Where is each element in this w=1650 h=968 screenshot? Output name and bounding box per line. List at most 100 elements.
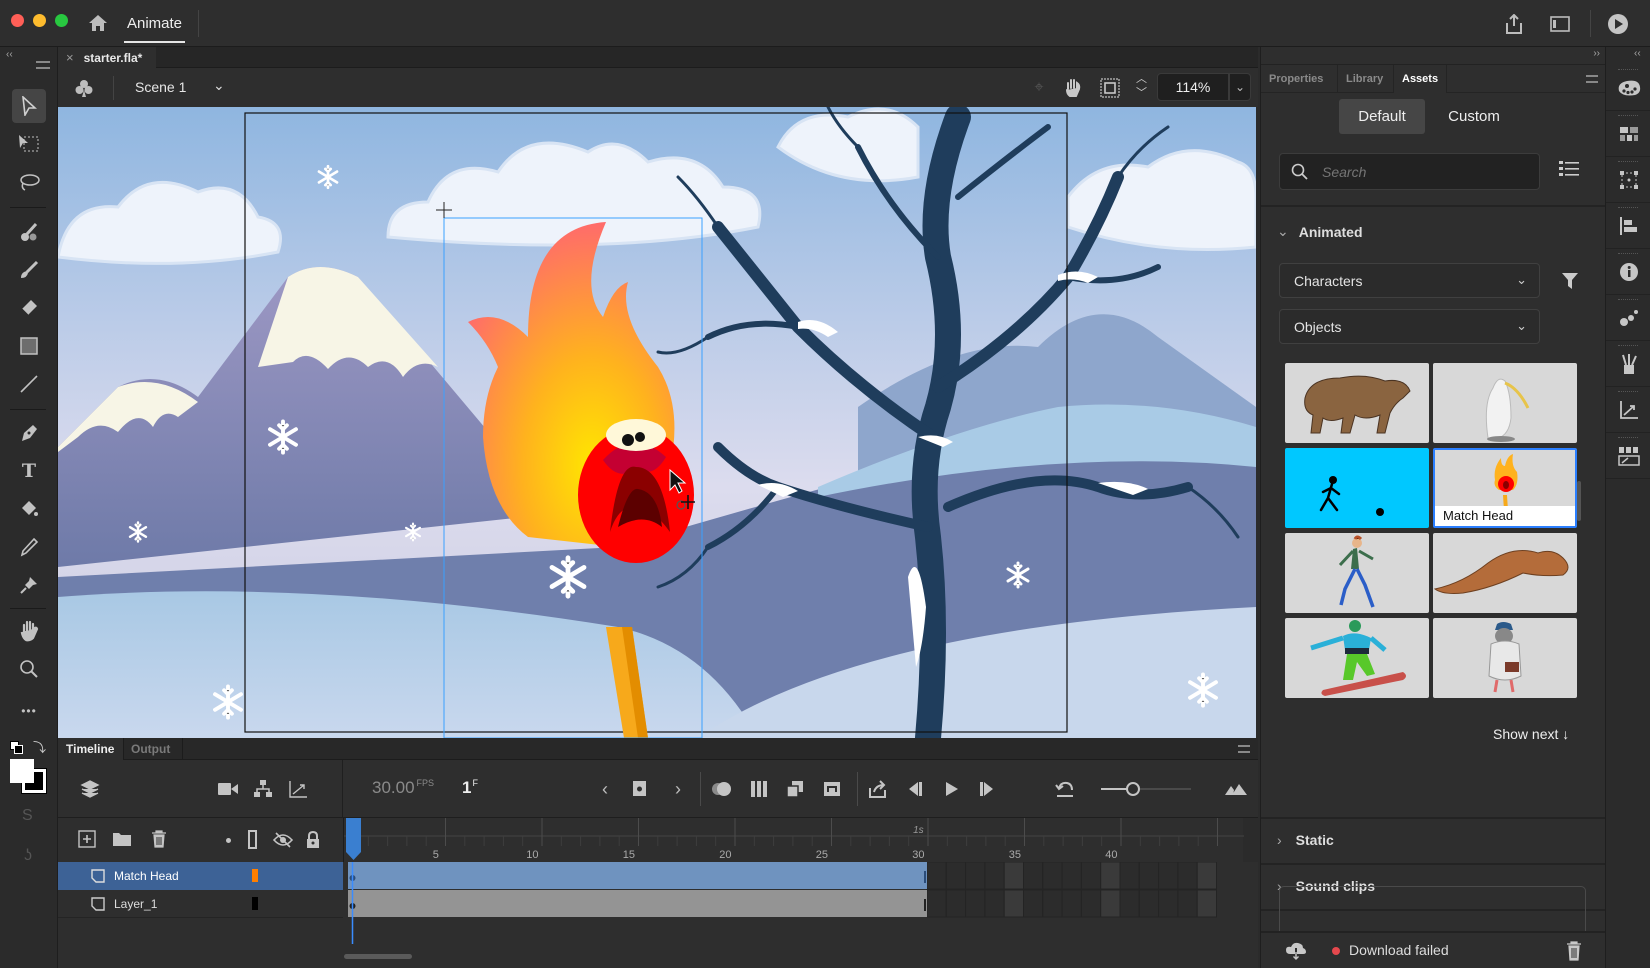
align-panel-icon[interactable] bbox=[1606, 203, 1650, 249]
frame-size-slider-handle[interactable] bbox=[1125, 782, 1140, 796]
asset-thumbnail-pigeon[interactable] bbox=[1433, 618, 1577, 698]
minimize-window-button[interactable] bbox=[33, 14, 46, 27]
eyedropper-tool-icon[interactable] bbox=[12, 530, 46, 564]
tab-timeline[interactable]: Timeline bbox=[58, 738, 123, 760]
step-forward-icon[interactable] bbox=[975, 777, 999, 801]
swap-colors-icon[interactable]: ⤵ bbox=[33, 737, 46, 756]
layer-row-layer-1[interactable]: Layer_1 bbox=[58, 890, 343, 918]
stage-canvas[interactable] bbox=[58, 107, 1256, 738]
asset-thumbnail-stick-figure[interactable] bbox=[1285, 448, 1429, 528]
asset-thumbnail-bear[interactable] bbox=[1285, 363, 1429, 443]
list-view-icon[interactable] bbox=[1559, 160, 1579, 183]
tab-library[interactable]: Library bbox=[1337, 65, 1391, 93]
app-home-tab[interactable]: Animate bbox=[123, 0, 186, 47]
info-panel-icon[interactable] bbox=[1606, 249, 1650, 295]
zoom-stepper[interactable]: ︿ ﹀ bbox=[1136, 72, 1147, 100]
edit-symbols-icon[interactable] bbox=[72, 76, 96, 100]
layer-row-match-head[interactable]: Match Head bbox=[58, 862, 343, 890]
layer-color-swatch[interactable] bbox=[252, 869, 258, 882]
delete-layer-icon[interactable] bbox=[148, 828, 170, 850]
straighten-option-icon[interactable]: ʖ bbox=[24, 847, 32, 865]
document-tab[interactable]: × starter.fla* bbox=[58, 47, 156, 68]
zoom-level-field[interactable]: 114% bbox=[1157, 73, 1229, 101]
camera-icon[interactable] bbox=[216, 777, 240, 801]
fps-field[interactable]: 30.00 FPS bbox=[372, 778, 434, 798]
brush-library-panel-icon[interactable] bbox=[1606, 341, 1650, 387]
asset-thumbnail-snowboarder[interactable] bbox=[1285, 618, 1429, 698]
next-keyframe-icon[interactable]: › bbox=[666, 777, 690, 801]
hand-tool-icon[interactable] bbox=[12, 614, 46, 648]
timeline-panel-menu-icon[interactable] bbox=[1238, 745, 1250, 753]
selection-tool-icon[interactable] bbox=[12, 89, 46, 123]
transform-panel-icon[interactable] bbox=[1606, 157, 1650, 203]
static-section-header[interactable]: › Static bbox=[1261, 817, 1606, 861]
close-tab-icon[interactable]: × bbox=[66, 50, 74, 65]
delete-icon[interactable] bbox=[1566, 941, 1582, 961]
current-frame-field[interactable]: 1F bbox=[462, 778, 478, 798]
swatches-panel-icon[interactable] bbox=[1606, 111, 1650, 157]
edit-multiple-frames-icon[interactable] bbox=[747, 777, 771, 801]
motion-editor-panel-icon[interactable] bbox=[1606, 387, 1650, 433]
pen-tool-icon[interactable] bbox=[12, 416, 46, 450]
workspace-layout-icon[interactable] bbox=[1548, 13, 1572, 35]
layers-toggle-icon[interactable] bbox=[78, 777, 102, 801]
step-back-icon[interactable] bbox=[903, 777, 927, 801]
smooth-option-icon[interactable]: S bbox=[22, 807, 33, 825]
search-input[interactable] bbox=[1322, 162, 1522, 182]
create-motion-tween-icon[interactable] bbox=[783, 777, 807, 801]
stroke-color-swatch[interactable] bbox=[10, 759, 34, 783]
new-layer-icon[interactable] bbox=[76, 828, 98, 850]
cloud-download-icon[interactable] bbox=[1285, 942, 1307, 960]
panel-menu-icon[interactable] bbox=[36, 61, 50, 69]
layer-parenting-icon[interactable] bbox=[251, 777, 275, 801]
clip-content-outside-stage-icon[interactable] bbox=[1098, 76, 1122, 100]
onion-skin-icon[interactable] bbox=[710, 777, 734, 801]
graph-editor-icon[interactable] bbox=[286, 777, 310, 801]
insert-blank-keyframe-icon[interactable] bbox=[820, 777, 844, 801]
tab-output[interactable]: Output bbox=[123, 738, 183, 760]
paint-brush-tool-icon[interactable] bbox=[12, 215, 46, 249]
filter-icon[interactable] bbox=[1561, 272, 1579, 295]
show-next-button[interactable]: Show next ↓ bbox=[1493, 726, 1569, 742]
tab-properties[interactable]: Properties bbox=[1261, 65, 1331, 93]
close-window-button[interactable] bbox=[11, 14, 24, 27]
asset-thumbnail-match-head[interactable]: Match Head bbox=[1433, 448, 1577, 528]
search-field[interactable] bbox=[1279, 153, 1540, 190]
free-transform-tool-icon[interactable] bbox=[12, 127, 46, 161]
custom-toggle-button[interactable]: Custom bbox=[1431, 99, 1517, 134]
layer-name[interactable]: Layer_1 bbox=[114, 897, 157, 911]
share-icon[interactable] bbox=[1502, 12, 1526, 36]
test-movie-play-icon[interactable] bbox=[1605, 11, 1631, 37]
rectangle-tool-icon[interactable] bbox=[12, 329, 46, 363]
eraser-tool-icon[interactable] bbox=[12, 291, 46, 325]
tab-assets[interactable]: Assets bbox=[1393, 65, 1448, 93]
components-panel-icon[interactable] bbox=[1606, 433, 1650, 479]
scene-name[interactable]: Scene 1 bbox=[135, 79, 186, 95]
lasso-tool-icon[interactable] bbox=[12, 165, 46, 199]
loop-playback-icon[interactable] bbox=[866, 777, 890, 801]
asset-warp-pin-tool-icon[interactable] bbox=[12, 568, 46, 602]
maximize-window-button[interactable] bbox=[55, 14, 68, 27]
asset-thumbnail-squirrel[interactable] bbox=[1433, 533, 1577, 613]
asset-thumbnail-walking-man[interactable] bbox=[1285, 533, 1429, 613]
collapse-panels-icon[interactable]: ‹‹ bbox=[1634, 48, 1641, 59]
reset-frame-size-icon[interactable] bbox=[1053, 777, 1077, 801]
assets-scrollbar[interactable] bbox=[1577, 481, 1581, 521]
new-folder-icon[interactable] bbox=[111, 828, 133, 850]
panel-menu-icon[interactable] bbox=[1586, 75, 1598, 83]
layer-color-swatch[interactable] bbox=[252, 897, 258, 910]
layer-name[interactable]: Match Head bbox=[114, 869, 179, 883]
asset-thumbnail-bird[interactable] bbox=[1433, 363, 1577, 443]
hide-all-layers-icon[interactable] bbox=[271, 829, 295, 851]
line-tool-icon[interactable] bbox=[12, 367, 46, 401]
default-toggle-button[interactable]: Default bbox=[1339, 99, 1425, 134]
zoom-dropdown-chevron-icon[interactable]: ⌄ bbox=[1229, 73, 1251, 101]
color-panel-icon[interactable] bbox=[1606, 65, 1650, 111]
motion-presets-panel-icon[interactable] bbox=[1606, 295, 1650, 341]
objects-dropdown[interactable]: Objects ⌄ bbox=[1279, 309, 1540, 344]
characters-dropdown[interactable]: Characters ⌄ bbox=[1279, 263, 1540, 298]
default-colors-icon[interactable] bbox=[10, 741, 24, 755]
previous-keyframe-icon[interactable]: ‹ bbox=[593, 777, 617, 801]
rotate-stage-hand-icon[interactable] bbox=[1061, 76, 1085, 100]
zoom-tool-icon[interactable] bbox=[12, 652, 46, 686]
